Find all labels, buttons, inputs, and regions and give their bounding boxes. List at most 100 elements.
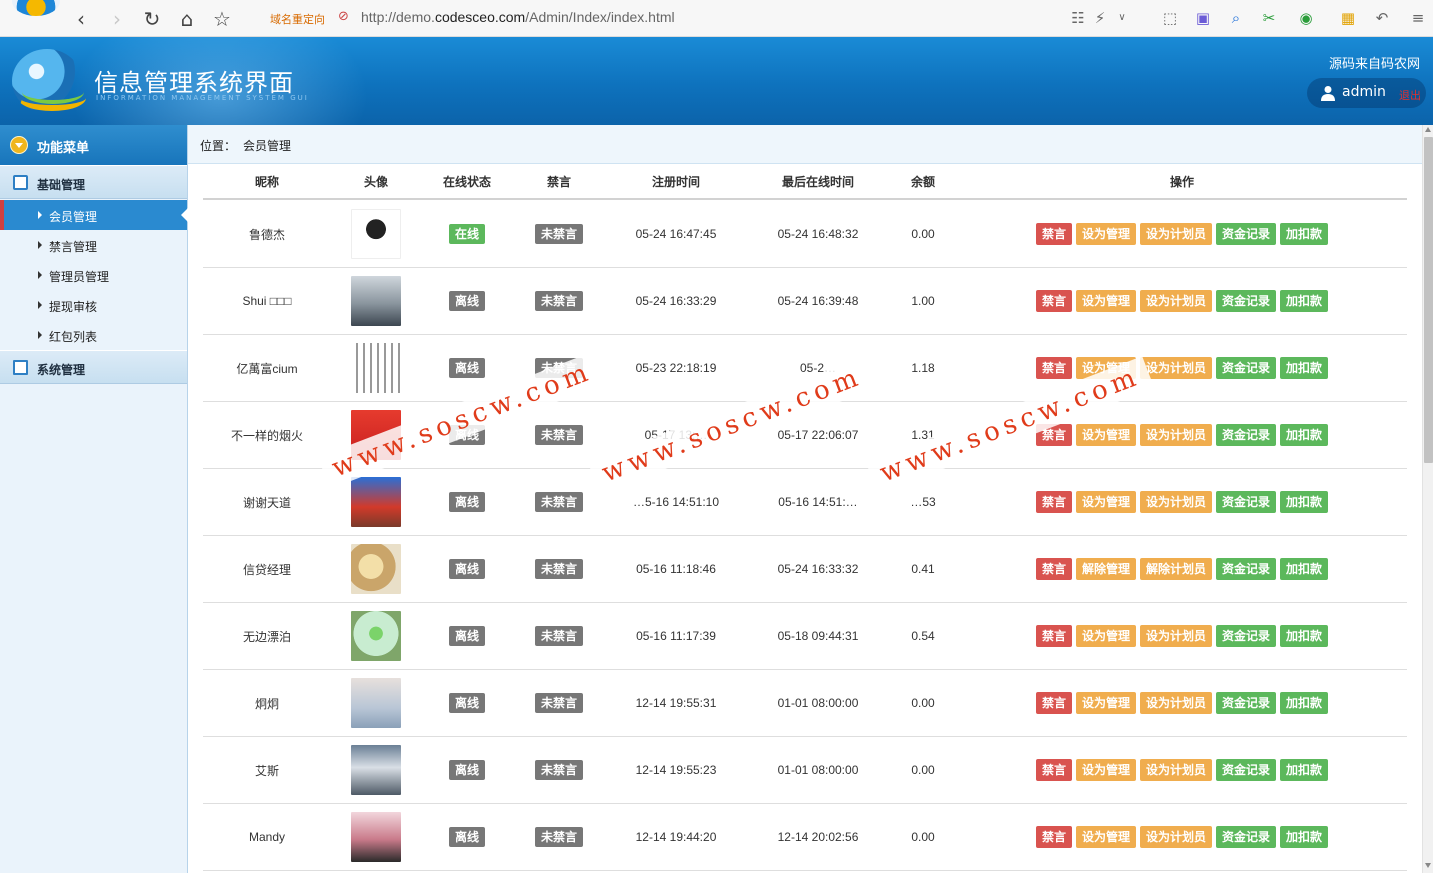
- last-online-cell: 05-18 09:44:31: [777, 629, 859, 643]
- sidebar-item-label: 禁言管理: [49, 240, 98, 254]
- address-bar[interactable]: http://demo.codesceo.com/Admin/Index/ind…: [361, 9, 675, 25]
- forward-icon[interactable]: ›: [104, 6, 130, 32]
- reload-icon[interactable]: ↻: [139, 6, 165, 32]
- extension-icon[interactable]: ▣: [1193, 8, 1213, 28]
- scissors-icon[interactable]: ✂: [1259, 8, 1279, 28]
- set-planner-button[interactable]: 设为计划员: [1139, 357, 1212, 379]
- table-row: 无边漂泊 离线 未禁言 05-16 11:17:39 05-18 09:44:31 0.5…: [203, 603, 1407, 670]
- avatar-cell: [331, 603, 421, 669]
- mute-button[interactable]: 禁言: [1035, 290, 1072, 312]
- mute-button[interactable]: 禁言: [1035, 826, 1072, 848]
- insecure-site-icon[interactable]: ⊘: [338, 9, 349, 24]
- adjust-balance-button[interactable]: 加扣款: [1280, 491, 1329, 513]
- adjust-balance-button[interactable]: 加扣款: [1280, 357, 1329, 379]
- mute-button[interactable]: 禁言: [1035, 357, 1072, 379]
- caret-right-icon: [38, 331, 42, 339]
- column-header: 昵称: [254, 175, 279, 189]
- set-admin-button[interactable]: 设为管理: [1075, 826, 1136, 848]
- mute-button[interactable]: 禁言: [1035, 558, 1072, 580]
- set-planner-button[interactable]: 设为计划员: [1139, 826, 1212, 848]
- set-admin-button[interactable]: 设为管理: [1075, 625, 1136, 647]
- sidebar: 功能菜单 基础管理 会员管理 禁言管理 管理员管理 提现审核 红包列表 系统管理: [0, 125, 188, 873]
- fund-records-button[interactable]: 资金记录: [1216, 424, 1277, 446]
- adjust-balance-button[interactable]: 加扣款: [1280, 558, 1329, 580]
- mute-status-badge: 未禁言: [534, 492, 583, 512]
- sidebar-group-basic[interactable]: 基础管理: [0, 165, 187, 199]
- mute-status-cell: 未禁言: [513, 804, 605, 870]
- set-planner-button[interactable]: 设为计划员: [1139, 223, 1212, 245]
- back-icon[interactable]: ‹: [68, 6, 94, 32]
- mute-button[interactable]: 禁言: [1035, 692, 1072, 714]
- fund-records-button[interactable]: 资金记录: [1216, 625, 1277, 647]
- fund-records-button[interactable]: 资金记录: [1216, 491, 1277, 513]
- balance-cell: 0.41: [911, 562, 935, 576]
- set-admin-button[interactable]: 设为管理: [1075, 290, 1136, 312]
- avatar-cell: [331, 804, 421, 870]
- set-planner-button[interactable]: 解除计划员: [1139, 558, 1212, 580]
- adjust-balance-button[interactable]: 加扣款: [1280, 826, 1329, 848]
- fund-records-button[interactable]: 资金记录: [1216, 558, 1277, 580]
- set-planner-button[interactable]: 设为计划员: [1139, 625, 1212, 647]
- avatar-cell: [331, 536, 421, 602]
- caret-right-icon: [38, 301, 42, 309]
- set-admin-button[interactable]: 设为管理: [1075, 223, 1136, 245]
- menu-icon[interactable]: ≡: [1408, 8, 1428, 28]
- logout-link[interactable]: 退出: [1399, 87, 1421, 103]
- translate-icon[interactable]: ◉: [1296, 8, 1316, 28]
- fund-records-button[interactable]: 资金记录: [1216, 692, 1277, 714]
- mute-button[interactable]: 禁言: [1035, 759, 1072, 781]
- adjust-balance-button[interactable]: 加扣款: [1280, 424, 1329, 446]
- lightning-icon[interactable]: ⚡: [1090, 8, 1110, 28]
- bookmark-star-icon[interactable]: ☆: [209, 6, 235, 32]
- sidebar-item-red-packets[interactable]: 红包列表: [0, 320, 187, 350]
- search-icon[interactable]: ⌕: [1226, 8, 1246, 28]
- set-admin-button[interactable]: 设为管理: [1075, 692, 1136, 714]
- apps-icon[interactable]: ▦: [1338, 8, 1358, 28]
- sidebar-item-admins[interactable]: 管理员管理: [0, 260, 187, 290]
- set-admin-button[interactable]: 设为管理: [1075, 491, 1136, 513]
- adjust-balance-button[interactable]: 加扣款: [1280, 223, 1329, 245]
- set-planner-button[interactable]: 设为计划员: [1139, 759, 1212, 781]
- sidebar-item-members[interactable]: 会员管理: [0, 200, 188, 230]
- adjust-balance-button[interactable]: 加扣款: [1280, 692, 1329, 714]
- undo-icon[interactable]: ↶: [1372, 8, 1392, 28]
- set-planner-button[interactable]: 设为计划员: [1139, 424, 1212, 446]
- balance-cell: 0.00: [911, 830, 935, 844]
- fund-records-button[interactable]: 资金记录: [1216, 826, 1277, 848]
- online-status-cell: 离线: [421, 603, 513, 669]
- mute-button[interactable]: 禁言: [1035, 491, 1072, 513]
- app-header: 信息管理系统界面 INFORMATION MANAGEMENT SYSTEM G…: [0, 37, 1433, 125]
- qr-code-icon[interactable]: ☷: [1068, 8, 1088, 28]
- menu-toggle-icon[interactable]: [10, 136, 28, 154]
- sidebar-item-withdrawals[interactable]: 提现审核: [0, 290, 187, 320]
- mute-button[interactable]: 禁言: [1035, 625, 1072, 647]
- page-scrollbar[interactable]: [1422, 125, 1433, 873]
- adjust-balance-button[interactable]: 加扣款: [1280, 759, 1329, 781]
- nickname-cell: Shui □□□: [242, 294, 292, 308]
- scroll-down-icon[interactable]: [1425, 863, 1431, 868]
- mute-button[interactable]: 禁言: [1035, 223, 1072, 245]
- breadcrumb: 位置： 会员管理: [188, 125, 1422, 164]
- set-admin-button[interactable]: 解除管理: [1075, 558, 1136, 580]
- sidebar-item-mute[interactable]: 禁言管理: [0, 230, 187, 260]
- members-table: 昵称 头像 在线状态 禁言 注册时间 最后在线时间 余额 操作 鲁德杰 在线 未禁言…: [203, 165, 1407, 873]
- scroll-up-icon[interactable]: [1425, 127, 1431, 132]
- set-planner-button[interactable]: 设为计划员: [1139, 290, 1212, 312]
- set-planner-button[interactable]: 设为计划员: [1139, 491, 1212, 513]
- adjust-balance-button[interactable]: 加扣款: [1280, 290, 1329, 312]
- fund-records-button[interactable]: 资金记录: [1216, 357, 1277, 379]
- adjust-balance-button[interactable]: 加扣款: [1280, 625, 1329, 647]
- breadcrumb-current[interactable]: 会员管理: [243, 137, 291, 154]
- fund-records-button[interactable]: 资金记录: [1216, 290, 1277, 312]
- set-planner-button[interactable]: 设为计划员: [1139, 692, 1212, 714]
- dropdown-icon[interactable]: ∨: [1112, 8, 1132, 28]
- screenshot-icon[interactable]: ⬚: [1160, 8, 1180, 28]
- scroll-thumb[interactable]: [1424, 137, 1433, 463]
- set-admin-button[interactable]: 设为管理: [1075, 759, 1136, 781]
- set-admin-button[interactable]: 设为管理: [1075, 424, 1136, 446]
- fund-records-button[interactable]: 资金记录: [1216, 759, 1277, 781]
- sidebar-group-system[interactable]: 系统管理: [0, 350, 187, 384]
- register-time-cell: 12-14 19:44:20: [635, 830, 717, 844]
- fund-records-button[interactable]: 资金记录: [1216, 223, 1277, 245]
- home-icon[interactable]: ⌂: [174, 6, 200, 32]
